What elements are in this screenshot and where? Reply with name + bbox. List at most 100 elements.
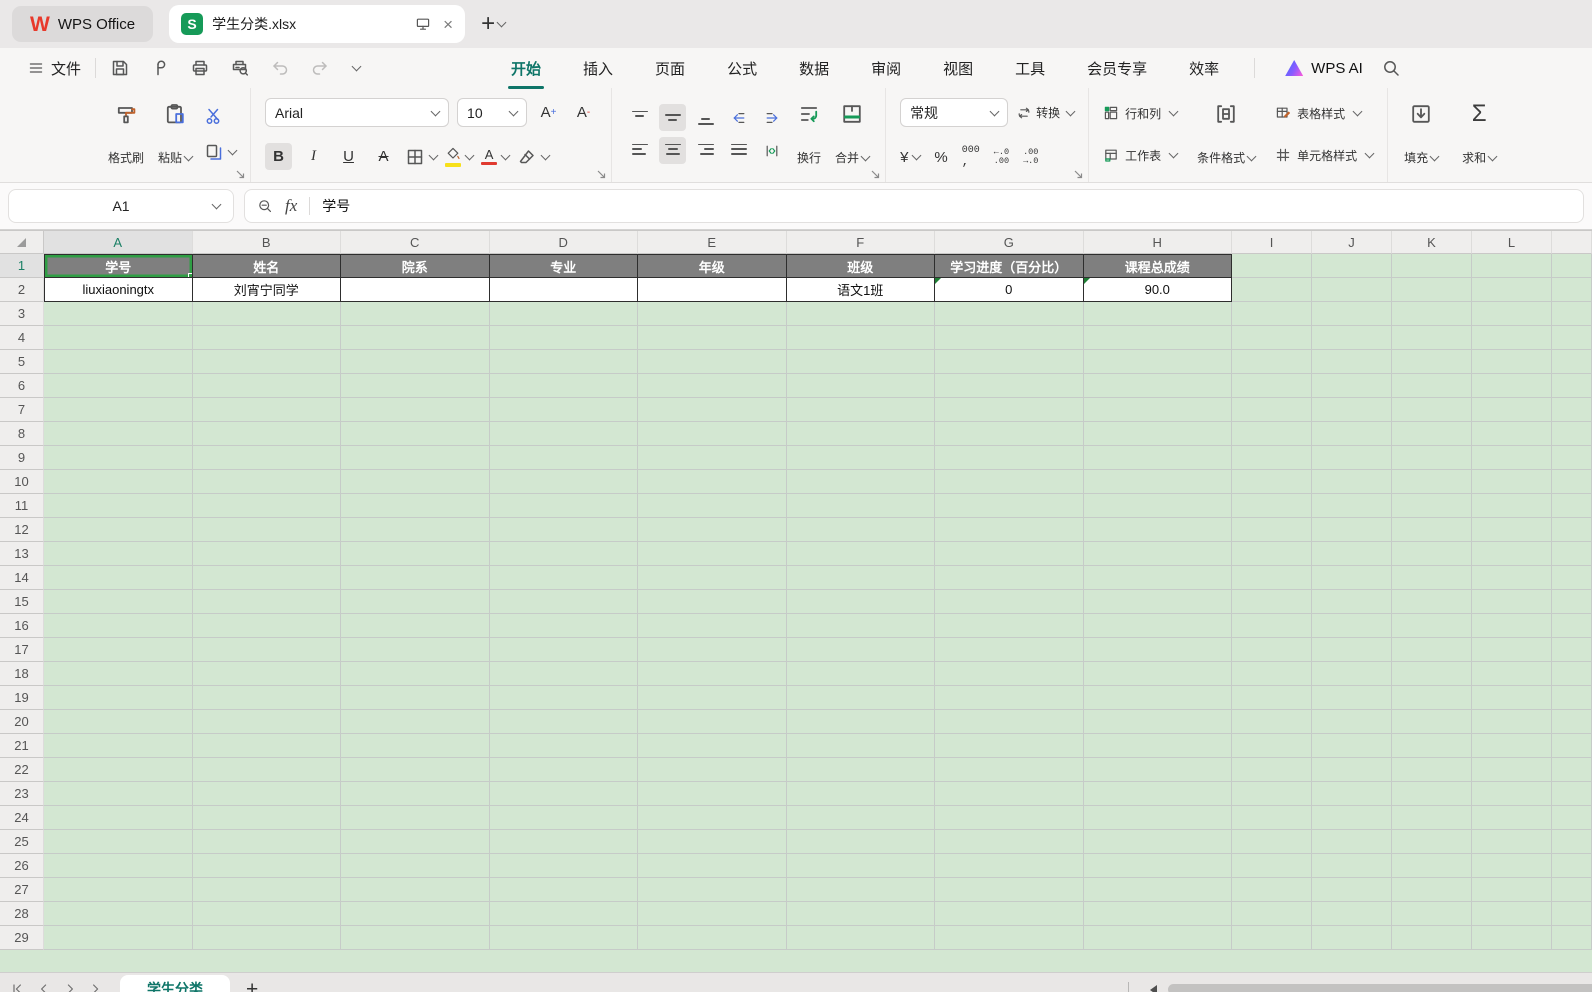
column-header-A[interactable]: A (44, 231, 193, 254)
cell-F8[interactable] (786, 422, 935, 446)
cell-K7[interactable] (1392, 398, 1472, 422)
cell-E16[interactable] (638, 614, 787, 638)
row-header-8[interactable]: 8 (0, 422, 44, 446)
cell-E12[interactable] (638, 518, 787, 542)
row-header-21[interactable]: 21 (0, 734, 44, 758)
cell-L7[interactable] (1472, 398, 1552, 422)
cell-C17[interactable] (341, 638, 490, 662)
cell-C6[interactable] (341, 374, 490, 398)
cell-F21[interactable] (786, 734, 935, 758)
cell-I2[interactable] (1232, 278, 1312, 302)
cell-I4[interactable] (1232, 326, 1312, 350)
cell-D13[interactable] (489, 542, 638, 566)
cell-M10[interactable] (1552, 470, 1592, 494)
menu-tab-8[interactable]: 会员专享 (1066, 49, 1168, 88)
cell-D1[interactable]: 专业 (489, 254, 638, 278)
row-header-10[interactable]: 10 (0, 470, 44, 494)
cell-H12[interactable] (1083, 518, 1232, 542)
cell-M17[interactable] (1552, 638, 1592, 662)
increase-indent-button[interactable] (758, 104, 785, 131)
cell-F23[interactable] (786, 782, 935, 806)
rows-columns-button[interactable]: 行和列 (1103, 98, 1179, 128)
cell-E27[interactable] (638, 878, 787, 902)
cell-M11[interactable] (1552, 494, 1592, 518)
format-painter-button[interactable]: 格式刷 (106, 99, 146, 169)
selection-fill-handle[interactable] (187, 273, 192, 277)
cell-F26[interactable] (786, 854, 935, 878)
cell-I23[interactable] (1232, 782, 1312, 806)
cell-H21[interactable] (1083, 734, 1232, 758)
column-header-H[interactable]: H (1083, 231, 1232, 254)
row-header-2[interactable]: 2 (0, 278, 44, 302)
cell-M23[interactable] (1552, 782, 1592, 806)
cell-J4[interactable] (1312, 326, 1392, 350)
cell-F19[interactable] (786, 686, 935, 710)
cell-I10[interactable] (1232, 470, 1312, 494)
clipboard-dialog-launcher-icon[interactable] (236, 170, 245, 179)
paste-button[interactable]: 粘贴 (156, 99, 194, 169)
cell-M1[interactable] (1552, 254, 1592, 278)
cell-D7[interactable] (489, 398, 638, 422)
cell-H4[interactable] (1083, 326, 1232, 350)
add-sheet-button[interactable]: + (246, 979, 258, 992)
cell-H18[interactable] (1083, 662, 1232, 686)
cell-E11[interactable] (638, 494, 787, 518)
cell-E2[interactable] (638, 278, 787, 302)
cell-J18[interactable] (1312, 662, 1392, 686)
redo-icon[interactable] (310, 58, 330, 78)
cell-I8[interactable] (1232, 422, 1312, 446)
row-header-3[interactable]: 3 (0, 302, 44, 326)
font-size-select[interactable]: 10 (457, 98, 528, 127)
cell-H28[interactable] (1083, 902, 1232, 926)
cell-J29[interactable] (1312, 926, 1392, 950)
cell-J13[interactable] (1312, 542, 1392, 566)
menu-tab-0[interactable]: 开始 (490, 49, 562, 89)
cell-F24[interactable] (786, 806, 935, 830)
row-header-17[interactable]: 17 (0, 638, 44, 662)
cell-J15[interactable] (1312, 590, 1392, 614)
cell-C9[interactable] (341, 446, 490, 470)
cell-D24[interactable] (489, 806, 638, 830)
cell-H2[interactable]: 90.0 (1083, 278, 1232, 302)
cell-C1[interactable]: 院系 (341, 254, 490, 278)
cell-D11[interactable] (489, 494, 638, 518)
merge-cells-button[interactable]: 合并 (833, 99, 871, 169)
cell-K12[interactable] (1392, 518, 1472, 542)
search-icon[interactable] (1381, 58, 1401, 78)
cell-H13[interactable] (1083, 542, 1232, 566)
fx-icon[interactable]: fx (285, 196, 297, 216)
cell-A13[interactable] (44, 542, 193, 566)
cell-J20[interactable] (1312, 710, 1392, 734)
cell-I26[interactable] (1232, 854, 1312, 878)
cell-L22[interactable] (1472, 758, 1552, 782)
cell-H5[interactable] (1083, 350, 1232, 374)
cell-F13[interactable] (786, 542, 935, 566)
cell-J10[interactable] (1312, 470, 1392, 494)
cell-I19[interactable] (1232, 686, 1312, 710)
cell-M27[interactable] (1552, 878, 1592, 902)
align-middle-button[interactable] (659, 104, 687, 131)
borders-button[interactable] (405, 147, 439, 167)
cell-I14[interactable] (1232, 566, 1312, 590)
cell-K28[interactable] (1392, 902, 1472, 926)
cell-H15[interactable] (1083, 590, 1232, 614)
cell-B26[interactable] (192, 854, 341, 878)
cell-G12[interactable] (935, 518, 1084, 542)
cell-E15[interactable] (638, 590, 787, 614)
row-header-12[interactable]: 12 (0, 518, 44, 542)
cell-G22[interactable] (935, 758, 1084, 782)
cell-H6[interactable] (1083, 374, 1232, 398)
cell-J26[interactable] (1312, 854, 1392, 878)
cell-C7[interactable] (341, 398, 490, 422)
cell-L19[interactable] (1472, 686, 1552, 710)
cell-K11[interactable] (1392, 494, 1472, 518)
cell-D4[interactable] (489, 326, 638, 350)
cell-G11[interactable] (935, 494, 1084, 518)
cell-B24[interactable] (192, 806, 341, 830)
cell-J14[interactable] (1312, 566, 1392, 590)
cell-F20[interactable] (786, 710, 935, 734)
row-header-28[interactable]: 28 (0, 902, 44, 926)
cell-J16[interactable] (1312, 614, 1392, 638)
cell-F25[interactable] (786, 830, 935, 854)
sheet-tab-active[interactable]: 学生分类 (120, 974, 230, 992)
